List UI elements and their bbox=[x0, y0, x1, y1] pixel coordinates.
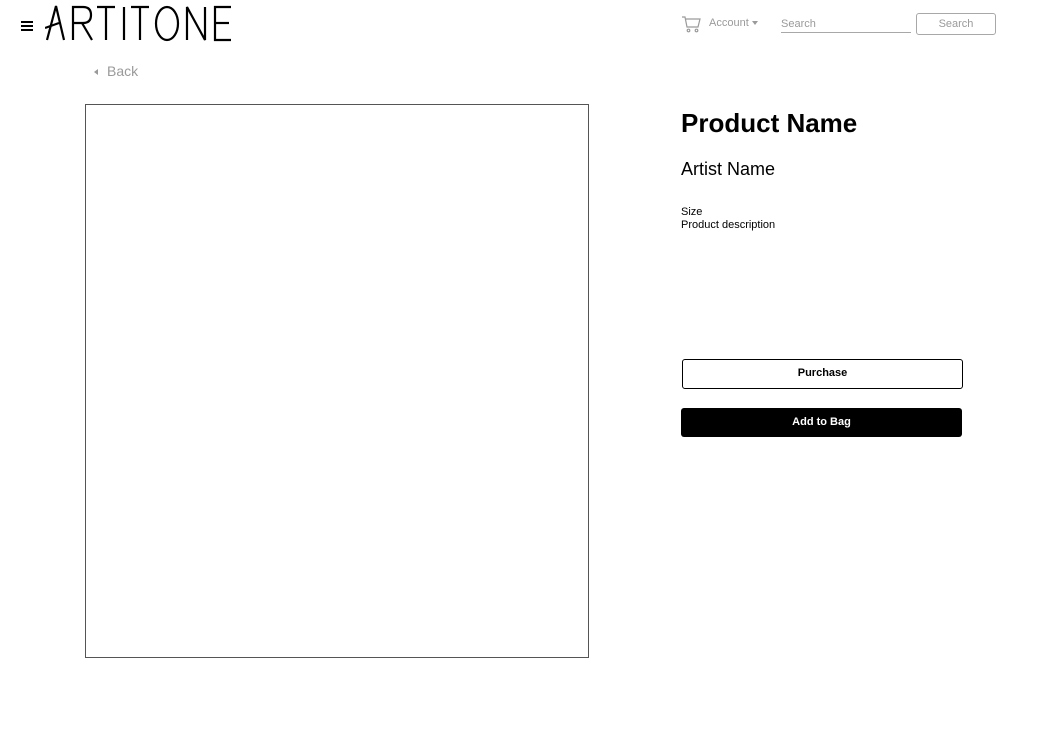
caret-down-icon bbox=[751, 21, 758, 26]
product-page: Account Search Back Product Name Artist … bbox=[0, 0, 1046, 746]
hamburger-menu-icon[interactable] bbox=[21, 21, 33, 33]
product-image bbox=[85, 104, 589, 658]
back-label: Back bbox=[107, 63, 139, 79]
artitone-logo[interactable] bbox=[45, 4, 235, 44]
account-label: Account bbox=[709, 17, 749, 29]
shopping-cart-icon[interactable] bbox=[681, 15, 701, 33]
product-title: Product Name bbox=[681, 108, 858, 138]
purchase-button[interactable]: Purchase bbox=[682, 359, 963, 389]
back-link[interactable]: Back bbox=[94, 63, 138, 79]
artist-name: Artist Name bbox=[681, 159, 776, 179]
search-button[interactable]: Search bbox=[916, 13, 996, 35]
size-label: Size bbox=[681, 206, 703, 218]
account-dropdown[interactable]: Account bbox=[709, 17, 758, 29]
add-to-bag-button[interactable]: Add to Bag bbox=[681, 408, 962, 437]
caret-left-icon bbox=[94, 69, 98, 76]
search-input[interactable] bbox=[781, 16, 911, 33]
product-description: Product description bbox=[681, 219, 776, 231]
